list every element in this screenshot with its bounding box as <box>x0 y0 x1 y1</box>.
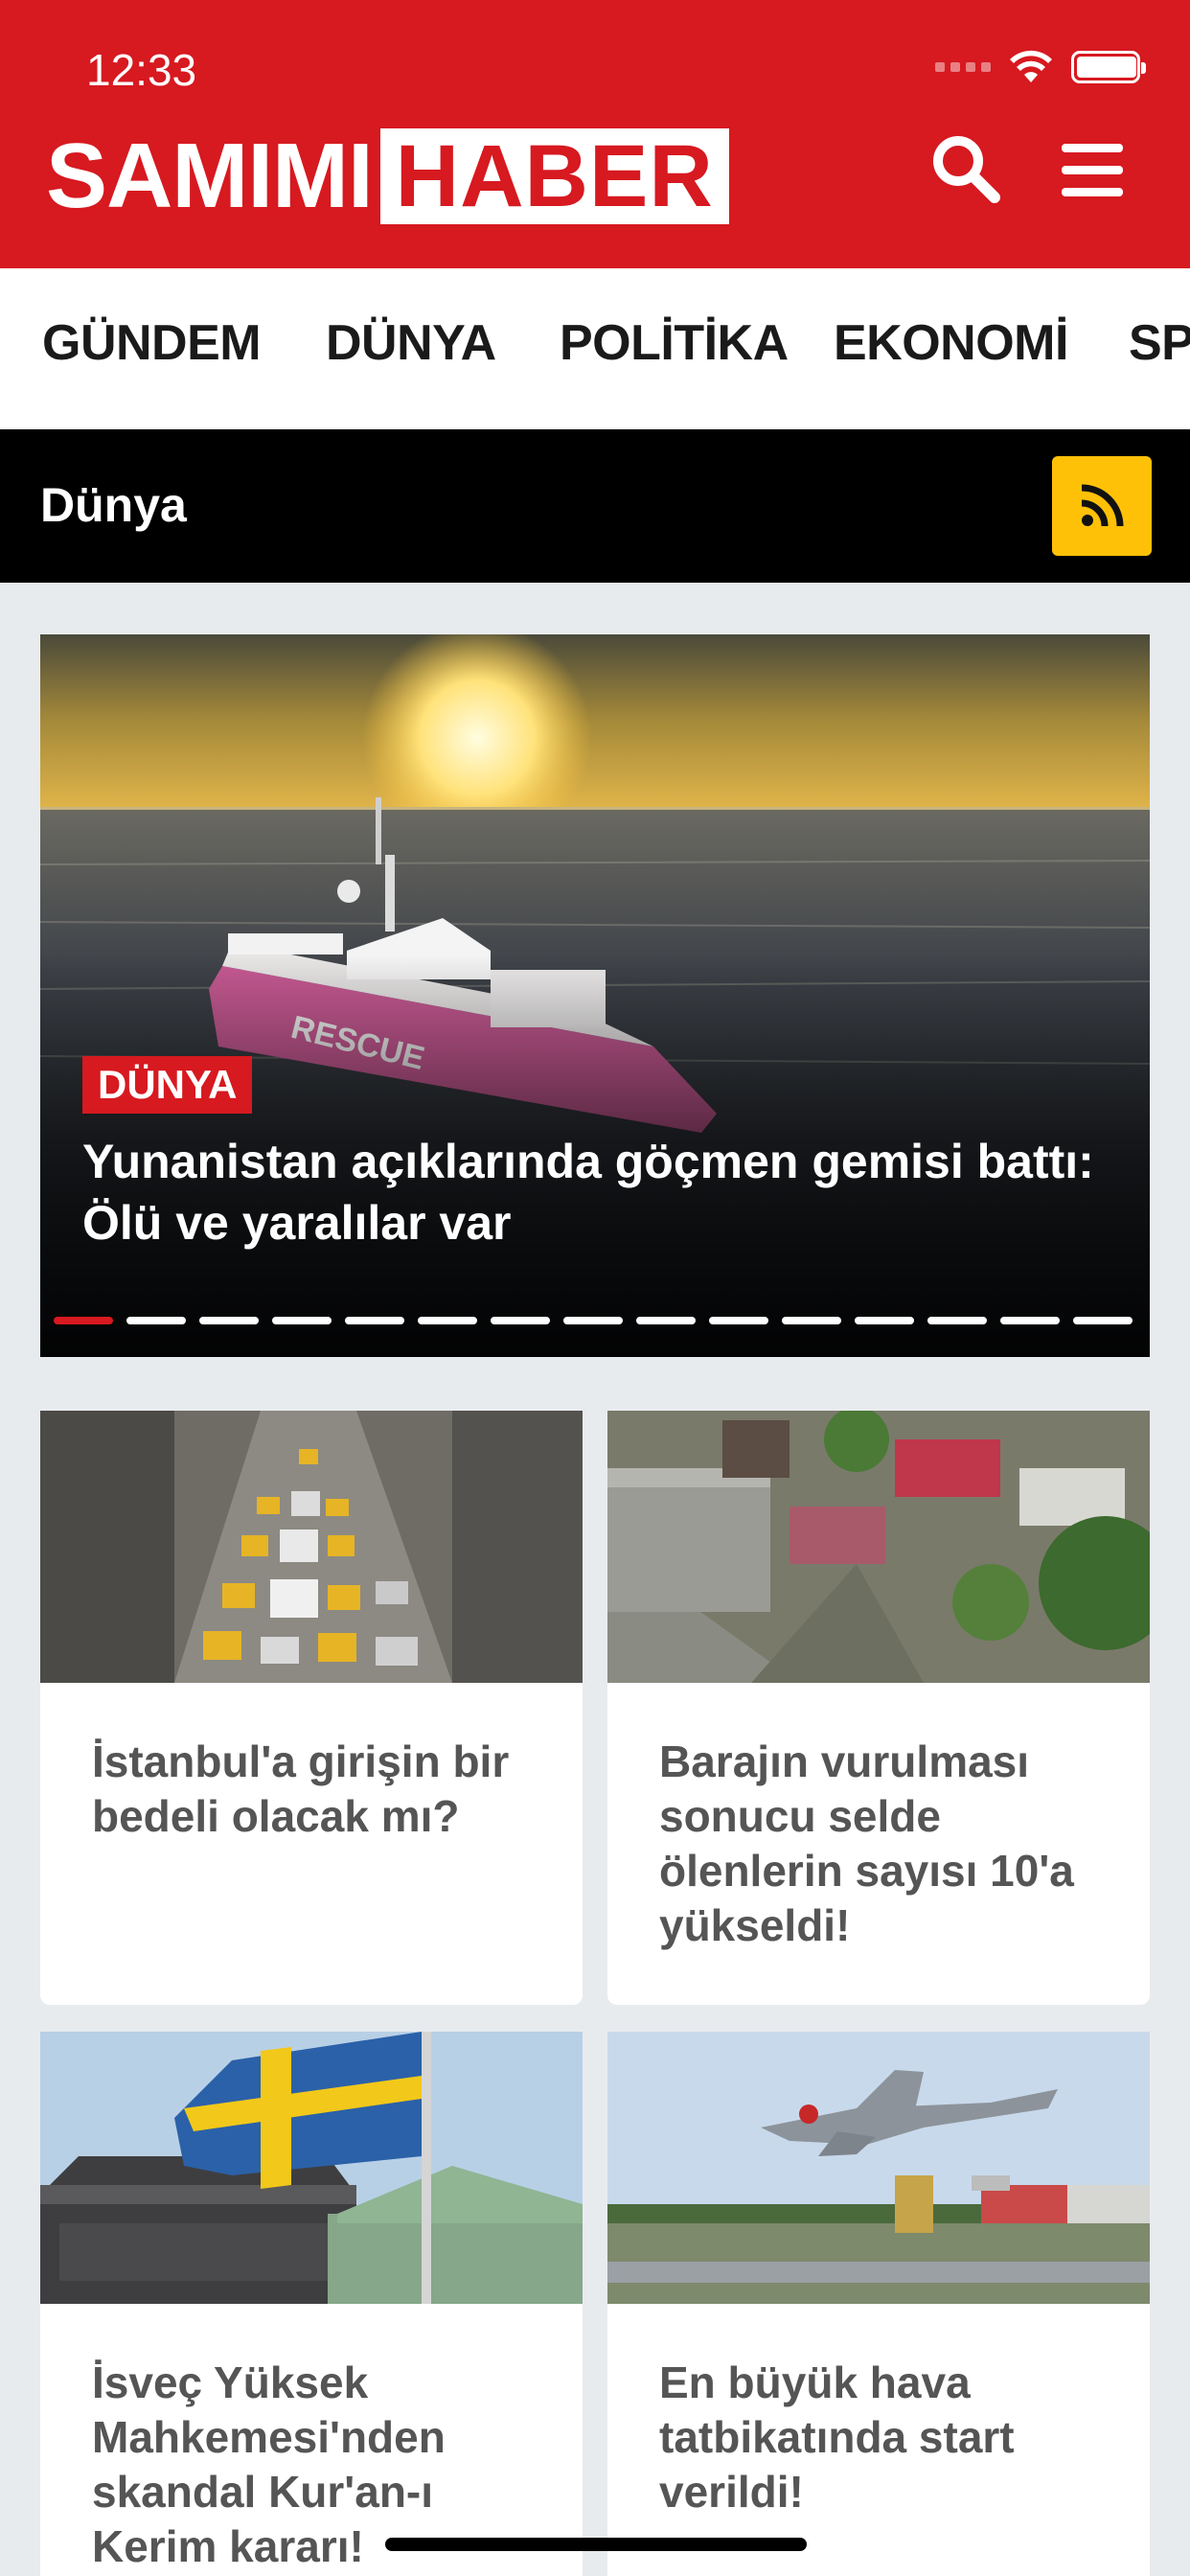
section-title: Dünya <box>40 478 187 532</box>
category-tab-ekonomi[interactable]: EKONOMİ <box>834 314 1068 372</box>
article-thumbnail <box>607 2032 1150 2304</box>
search-button[interactable] <box>927 130 1004 207</box>
hero-article[interactable]: RESCUE DÜNYA Yunanistan açıklarında göçm… <box>40 634 1150 1357</box>
home-indicator[interactable] <box>385 2538 807 2551</box>
menu-button[interactable] <box>1058 140 1127 201</box>
carousel-dot[interactable] <box>927 1317 987 1324</box>
carousel-dot[interactable] <box>345 1317 404 1324</box>
category-tab-dunya[interactable]: DÜNYA <box>326 314 496 372</box>
article-card[interactable]: En büyük hava tatbikatında start verildi… <box>607 2032 1150 2576</box>
header: 12:33 SAMIMI HABER <box>0 0 1190 268</box>
logo-text-haber: HABER <box>379 128 729 224</box>
app-screen: 12:33 SAMIMI HABER GÜNDEM DÜNYA POLİTİKA… <box>0 0 1190 2576</box>
rss-button[interactable] <box>1052 456 1152 556</box>
section-header: Dünya <box>0 429 1190 583</box>
article-card[interactable]: İstanbul'a girişin bir bedeli olacak mı? <box>40 1411 583 2005</box>
carousel-dot[interactable] <box>1000 1317 1060 1324</box>
rss-icon <box>1081 484 1124 527</box>
carousel-dot[interactable] <box>1073 1317 1133 1324</box>
category-tab-gundem[interactable]: GÜNDEM <box>42 314 262 372</box>
carousel-dot[interactable] <box>855 1317 914 1324</box>
category-tab-politika[interactable]: POLİTİKA <box>560 314 789 372</box>
carousel-dot[interactable] <box>272 1317 332 1324</box>
wifi-icon <box>1010 50 1052 82</box>
article-title[interactable]: İstanbul'a girişin bir bedeli olacak mı? <box>92 1735 552 1844</box>
status-icons <box>935 50 1146 84</box>
article-thumbnail <box>607 1411 1150 1683</box>
logo-text-samimi: SAMIMI <box>46 125 374 227</box>
site-logo[interactable]: SAMIMI HABER <box>46 128 729 224</box>
article-card[interactable]: İsveç Yüksek Mahkemesi'nden skandal Kur'… <box>40 2032 583 2576</box>
category-tab-spor[interactable]: SPOR <box>1129 314 1190 372</box>
article-title[interactable]: En büyük hava tatbikatında start verildi… <box>659 2356 1119 2519</box>
carousel-dot[interactable] <box>491 1317 550 1324</box>
carousel-dot[interactable] <box>636 1317 696 1324</box>
search-icon <box>933 136 1000 203</box>
article-title[interactable]: Barajın vurulması sonucu selde ölenlerin… <box>659 1735 1119 1953</box>
article-card[interactable]: Barajın vurulması sonucu selde ölenlerin… <box>607 1411 1150 2005</box>
status-time: 12:33 <box>86 45 197 95</box>
carousel-dot[interactable] <box>563 1317 623 1324</box>
article-thumbnail <box>40 2032 583 2304</box>
category-nav: GÜNDEM DÜNYA POLİTİKA EKONOMİ SPOR <box>0 268 1190 429</box>
battery-icon <box>1071 51 1146 83</box>
carousel-dot[interactable] <box>782 1317 841 1324</box>
carousel-dot[interactable] <box>126 1317 186 1324</box>
carousel-dot[interactable] <box>54 1317 113 1324</box>
carousel-dot[interactable] <box>418 1317 477 1324</box>
hero-category-badge: DÜNYA <box>82 1056 253 1114</box>
hero-headline[interactable]: Yunanistan açıklarında göçmen gemisi bat… <box>82 1131 1098 1254</box>
carousel-pagination <box>54 1317 1133 1324</box>
carousel-dot[interactable] <box>199 1317 259 1324</box>
carousel-dot[interactable] <box>709 1317 768 1324</box>
article-thumbnail <box>40 1411 583 1683</box>
cellular-signal-icon <box>935 62 991 72</box>
hamburger-menu-icon <box>1062 144 1123 196</box>
